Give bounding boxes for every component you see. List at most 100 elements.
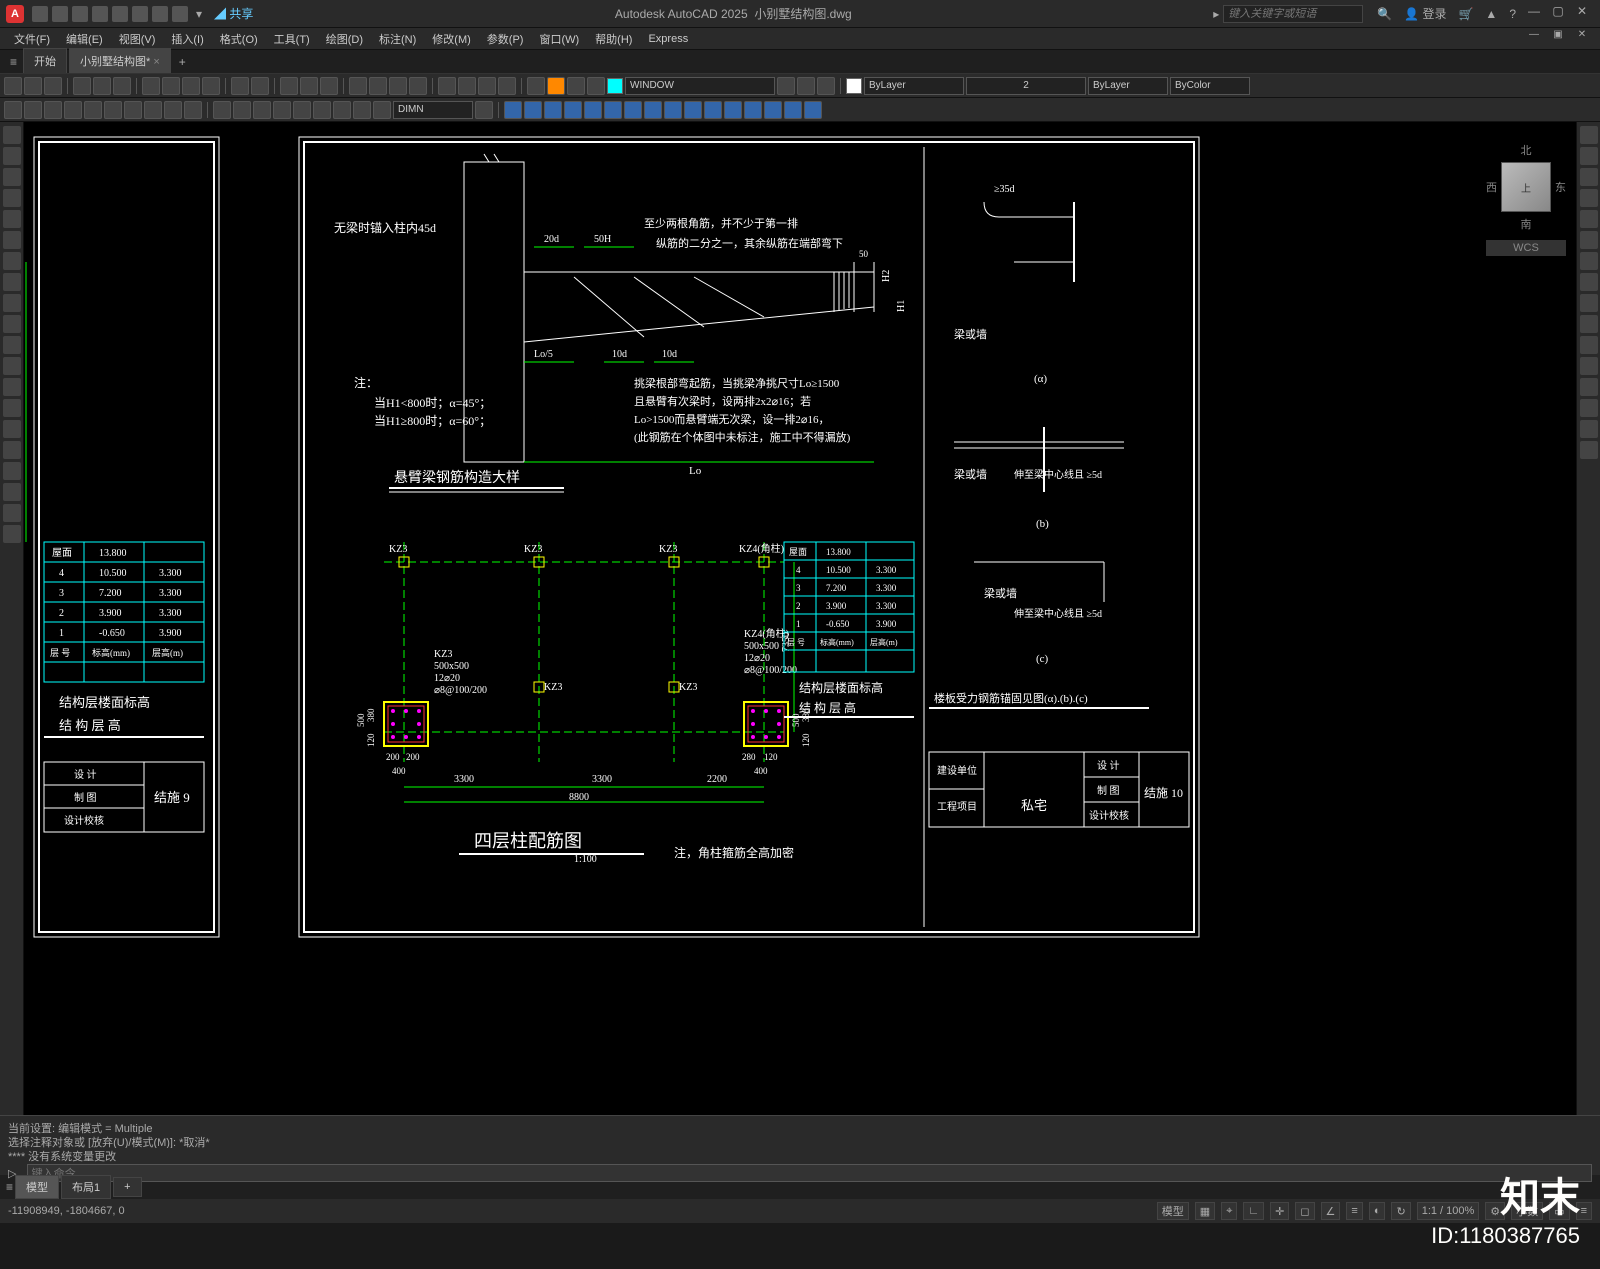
apps-icon[interactable]: ▲ <box>1485 7 1497 21</box>
plotstyle-combo[interactable] <box>1170 77 1250 95</box>
tool-lock-icon[interactable] <box>587 77 605 95</box>
dim-edit-icon[interactable] <box>333 101 351 119</box>
pline-tool-icon[interactable] <box>3 147 21 165</box>
dim-diam-icon[interactable] <box>104 101 122 119</box>
qat-new-icon[interactable] <box>32 6 48 22</box>
tool-props-icon[interactable] <box>349 77 367 95</box>
tool-calc-icon[interactable] <box>409 77 427 95</box>
tool-layer3-icon[interactable] <box>478 77 496 95</box>
insert-icon[interactable] <box>544 101 562 119</box>
spline-tool-icon[interactable] <box>3 294 21 312</box>
array-tool-icon[interactable] <box>1580 210 1598 228</box>
arc-tool-icon[interactable] <box>3 189 21 207</box>
block-tool-icon[interactable] <box>3 378 21 396</box>
menu-tools[interactable]: 工具(T) <box>266 31 318 47</box>
menu-modify[interactable]: 修改(M) <box>424 31 479 47</box>
tool-paste-icon[interactable] <box>182 77 200 95</box>
tool-open-icon[interactable] <box>24 77 42 95</box>
linetype-combo[interactable] <box>1088 77 1168 95</box>
dim-arc-icon[interactable] <box>44 101 62 119</box>
tool-zoom-icon[interactable] <box>300 77 318 95</box>
tool-pan-icon[interactable] <box>280 77 298 95</box>
dim-style-icon[interactable] <box>475 101 493 119</box>
dim-ord-icon[interactable] <box>64 101 82 119</box>
menu-draw[interactable]: 绘图(D) <box>318 31 371 47</box>
dim-break-icon[interactable] <box>233 101 251 119</box>
maximize-button[interactable]: ▢ <box>1546 4 1570 24</box>
dim-center-icon[interactable] <box>273 101 291 119</box>
dim-insp-icon[interactable] <box>293 101 311 119</box>
layout-icon[interactable] <box>764 101 782 119</box>
menu-edit[interactable]: 编辑(E) <box>58 31 111 47</box>
status-osnap-icon[interactable]: ◻ <box>1295 1202 1314 1220</box>
dwf-icon[interactable] <box>664 101 682 119</box>
explode-tool-icon[interactable] <box>1580 441 1598 459</box>
status-model[interactable]: 模型 <box>1157 1202 1189 1220</box>
tool-layer1-icon[interactable] <box>438 77 456 95</box>
region-tool-icon[interactable] <box>3 462 21 480</box>
status-grid-icon[interactable]: ▦ <box>1195 1202 1215 1220</box>
hatch-tool-icon[interactable] <box>3 273 21 291</box>
menu-view[interactable]: 视图(V) <box>111 31 164 47</box>
break-tool-icon[interactable] <box>1580 357 1598 375</box>
menu-insert[interactable]: 插入(I) <box>163 31 211 47</box>
text-tool-icon[interactable] <box>3 399 21 417</box>
pc-icon[interactable] <box>704 101 722 119</box>
status-snap-icon[interactable]: ⌖ <box>1221 1202 1237 1220</box>
viewcube-south[interactable]: 南 <box>1486 216 1566 232</box>
hyperlink-icon[interactable] <box>804 101 822 119</box>
color-swatch[interactable] <box>846 78 862 94</box>
menu-express[interactable]: Express <box>640 33 696 45</box>
qat-open-icon[interactable] <box>52 6 68 22</box>
tool-tool-icon[interactable] <box>389 77 407 95</box>
adjust-icon[interactable] <box>604 101 622 119</box>
menu-window[interactable]: 窗口(W) <box>531 31 587 47</box>
tool-copy-icon[interactable] <box>162 77 180 95</box>
table-tool-icon[interactable] <box>3 441 21 459</box>
dim-radius-icon[interactable] <box>84 101 102 119</box>
image-icon[interactable] <box>624 101 642 119</box>
dim-quick-icon[interactable] <box>144 101 162 119</box>
circle-tool-icon[interactable] <box>3 168 21 186</box>
chamfer-tool-icon[interactable] <box>1580 399 1598 417</box>
status-ortho-icon[interactable]: ∟ <box>1243 1202 1264 1220</box>
tab-layout1[interactable]: 布局1 <box>61 1175 111 1199</box>
tool-layer2-icon[interactable] <box>458 77 476 95</box>
search-caret-icon[interactable]: ▸ <box>1213 7 1219 21</box>
ellipse-tool-icon[interactable] <box>3 252 21 270</box>
tool-freeze-icon[interactable] <box>567 77 585 95</box>
mtext-tool-icon[interactable] <box>3 420 21 438</box>
attach-icon[interactable] <box>564 101 582 119</box>
revcloud-tool-icon[interactable] <box>3 504 21 522</box>
qat-print-icon[interactable] <box>172 6 188 22</box>
doc-restore-button[interactable]: ▣ <box>1546 29 1570 49</box>
dim-tol-icon[interactable] <box>253 101 271 119</box>
qat-save-icon[interactable] <box>72 6 88 22</box>
tool-layeriso-icon[interactable] <box>527 77 545 95</box>
field-icon[interactable] <box>744 101 762 119</box>
status-transparency-icon[interactable]: ◐ <box>1369 1202 1386 1220</box>
dimstyle-combo[interactable] <box>393 101 473 119</box>
minimize-button[interactable]: — <box>1522 4 1546 24</box>
drawing-canvas[interactable]: 7350 屋面13.800 410.5003.300 37.2003.300 2… <box>24 122 1576 1115</box>
rotate-tool-icon[interactable] <box>1580 252 1598 270</box>
ray-tool-icon[interactable] <box>3 336 21 354</box>
dim-linear-icon[interactable] <box>4 101 22 119</box>
qat-saveas-icon[interactable] <box>92 6 108 22</box>
tool-print-icon[interactable] <box>73 77 91 95</box>
tab-plus-icon[interactable]: + <box>179 55 186 69</box>
ole-icon[interactable] <box>724 101 742 119</box>
import-icon[interactable] <box>784 101 802 119</box>
menu-format[interactable]: 格式(O) <box>212 31 266 47</box>
status-polar-icon[interactable]: ✛ <box>1270 1202 1289 1220</box>
tab-active-file[interactable]: 小别墅结构图* × <box>69 48 171 73</box>
scale-tool-icon[interactable] <box>1580 273 1598 291</box>
tool-match-icon[interactable] <box>202 77 220 95</box>
dim-continue-icon[interactable] <box>184 101 202 119</box>
tabs-menu-icon[interactable]: ≡ <box>10 55 17 69</box>
login-button[interactable]: 👤 登录 <box>1404 5 1446 22</box>
status-otrack-icon[interactable]: ∠ <box>1321 1202 1341 1220</box>
dim-tedit-icon[interactable] <box>353 101 371 119</box>
trim-tool-icon[interactable] <box>1580 315 1598 333</box>
xref-icon[interactable] <box>504 101 522 119</box>
